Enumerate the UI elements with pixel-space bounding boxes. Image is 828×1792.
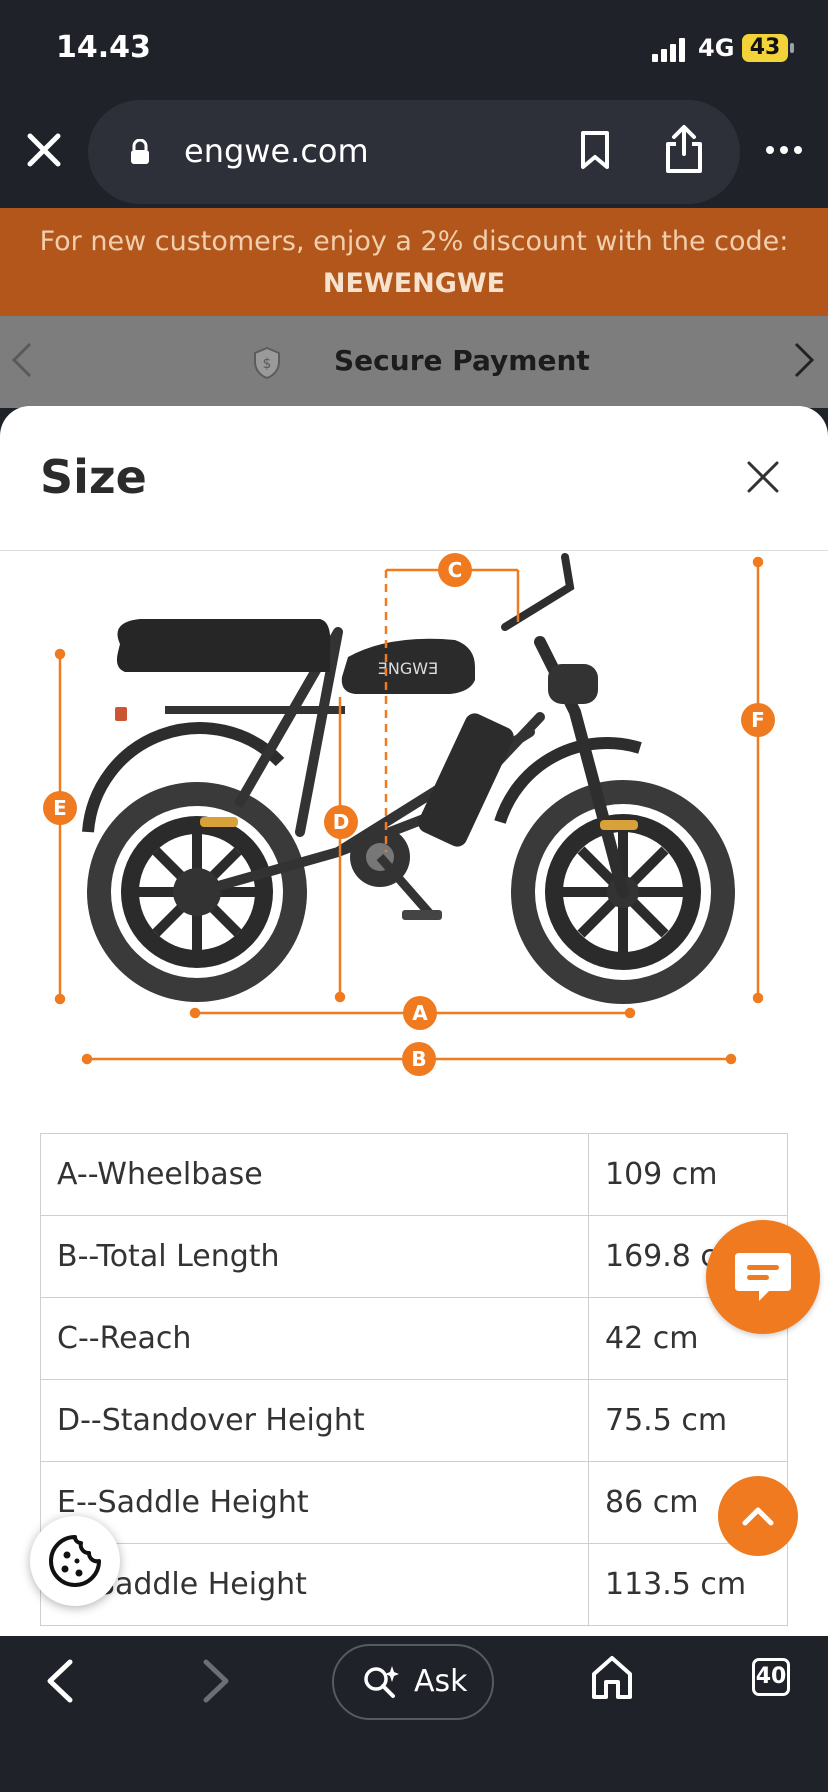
table-row: F--Saddle Height 113.5 cm [40,1543,788,1626]
dimension-marker-c: C [438,553,472,587]
chat-icon [735,1253,791,1301]
size-label: A--Wheelbase [40,1133,589,1216]
size-label: D--Standover Height [40,1379,589,1462]
close-icon[interactable] [746,460,780,494]
svg-text:$: $ [263,356,272,372]
size-label: B--Total Length [40,1215,589,1298]
home-icon[interactable] [590,1654,634,1700]
size-label: C--Reach [40,1297,589,1380]
chevron-up-icon [742,1507,774,1526]
svg-text:C: C [448,558,463,582]
cookie-icon [49,1535,101,1587]
modal-title: Size [40,450,147,504]
table-row: D--Standover Height 75.5 cm [40,1379,788,1462]
dimension-marker-d: D [324,805,358,839]
url-text[interactable]: engwe.com [184,132,369,170]
status-time: 14.43 [56,30,151,65]
svg-text:D: D [333,810,350,834]
ask-button[interactable] [332,1644,494,1720]
bike-illustration: ƎNGWƎ [82,553,735,1004]
bike-size-diagram: ƎNGWƎ A B C D E F [43,553,775,1076]
back-button[interactable] [40,1656,80,1706]
secure-payment-label: Secure Payment [334,344,590,377]
battery-tip [790,43,794,53]
sparkle-search-icon [364,1666,399,1698]
promo-banner: For new customers, enjoy a 2% discount w… [0,208,828,316]
ask-label: Ask [414,1664,468,1699]
dimension-marker-e: E [43,791,77,825]
shield-dollar-icon: $ [254,346,280,380]
size-label: E--Saddle Height [40,1461,589,1544]
forward-button[interactable] [196,1656,236,1706]
table-row: A--Wheelbase 109 cm [40,1133,788,1216]
table-row: C--Reach 42 cm [40,1297,788,1380]
svg-text:F: F [751,708,765,732]
bookmark-icon[interactable] [578,130,612,170]
size-value: 109 cm [588,1133,788,1216]
network-type: 4G [698,34,735,62]
chat-button[interactable] [706,1220,820,1334]
scroll-top-button[interactable] [718,1476,798,1556]
promo-text: For new customers, enjoy a 2% discount w… [39,226,789,257]
cookie-settings-button[interactable] [30,1516,120,1606]
battery-indicator: 43 [742,34,788,62]
promo-code: NEWENGWE [322,268,506,299]
svg-text:B: B [411,1047,426,1071]
dimension-marker-f: F [741,703,775,737]
chevron-right-icon[interactable] [792,340,816,380]
close-icon[interactable] [22,128,66,172]
size-label: F--Saddle Height [40,1543,589,1626]
modal-divider [0,550,828,551]
lock-icon [131,139,149,164]
svg-text:E: E [53,796,67,820]
size-value: 75.5 cm [588,1379,788,1462]
size-table: A--Wheelbase 109 cm B--Total Length 169.8 … [40,1133,788,1626]
table-row: E--Saddle Height 86 cm [40,1461,788,1544]
table-row: B--Total Length 169.8 cm [40,1215,788,1298]
more-icon[interactable] [764,136,804,164]
signal-icon [652,38,685,62]
dimension-marker-a: A [403,996,437,1030]
chevron-left-icon[interactable] [10,340,34,380]
dimension-marker-b: B [402,1042,436,1076]
share-icon[interactable] [664,124,704,174]
tabs-button[interactable]: 40 [752,1658,790,1696]
svg-text:A: A [412,1001,428,1025]
